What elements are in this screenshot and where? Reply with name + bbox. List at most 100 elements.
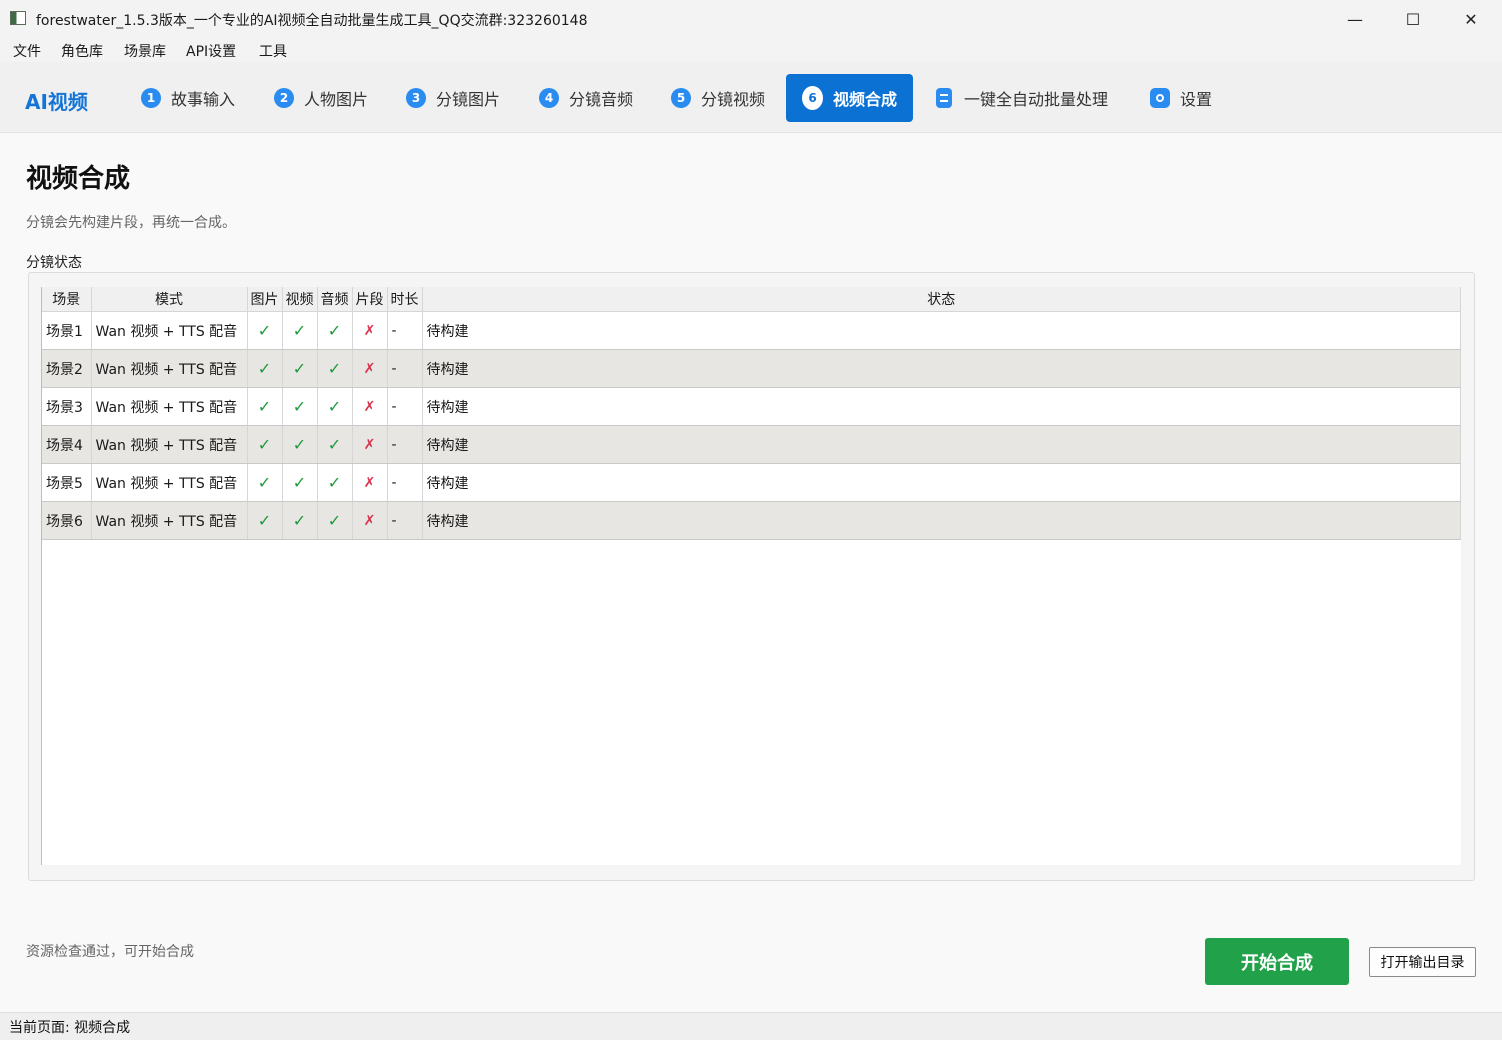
table-row[interactable]: 场景5 Wan 视频 + TTS 配音 ✓ ✓ ✓ ✗ - 待构建	[42, 463, 1461, 502]
cell-scene: 场景4	[42, 425, 92, 464]
tab-label: 设置	[1180, 90, 1213, 109]
page-title: 视频合成	[26, 164, 131, 194]
cell-status: 待构建	[422, 425, 1461, 464]
brand-logo: AI视频	[25, 90, 88, 114]
cell-image-check: ✓	[247, 463, 283, 502]
cell-scene: 场景2	[42, 349, 92, 388]
step-badge: 1	[141, 88, 161, 108]
cell-audio-check: ✓	[317, 311, 353, 350]
window-title: forestwater_1.5.3版本_一个专业的AI视频全自动批量生成工具_Q…	[36, 13, 588, 29]
maximize-button[interactable]: ☐	[1384, 0, 1442, 38]
storyboard-status-table[interactable]: 场景 模式 图片 视频 音频 片段 时长 状态 场景1 Wan 视频 + TTS…	[41, 287, 1461, 865]
menu-character-library[interactable]: 角色库	[61, 41, 103, 61]
table-row[interactable]: 场景6 Wan 视频 + TTS 配音 ✓ ✓ ✓ ✗ - 待构建	[42, 501, 1461, 540]
cell-video-check: ✓	[282, 425, 318, 464]
cell-video-check: ✓	[282, 463, 318, 502]
tab-story-input[interactable]: 1 故事输入	[125, 74, 251, 122]
column-header-scene[interactable]: 场景	[42, 287, 92, 312]
cell-scene: 场景5	[42, 463, 92, 502]
cell-clip-cross: ✗	[352, 425, 388, 464]
cell-duration: -	[387, 387, 423, 426]
menu-tools[interactable]: 工具	[259, 41, 287, 61]
cell-duration: -	[387, 501, 423, 540]
menu-scene-library[interactable]: 场景库	[124, 41, 166, 61]
table-row[interactable]: 场景2 Wan 视频 + TTS 配音 ✓ ✓ ✓ ✗ - 待构建	[42, 349, 1461, 388]
open-output-dir-button[interactable]: 打开输出目录	[1369, 947, 1476, 977]
tab-label: 故事输入	[171, 90, 236, 109]
step-badge: 2	[274, 88, 294, 108]
tab-label: 分镜音频	[569, 90, 634, 109]
column-header-status[interactable]: 状态	[422, 287, 1461, 312]
page-subtitle: 分镜会先构建片段，再统一合成。	[26, 215, 236, 231]
column-header-audio[interactable]: 音频	[317, 287, 353, 312]
cell-clip-cross: ✗	[352, 311, 388, 350]
cell-clip-cross: ✗	[352, 387, 388, 426]
cell-image-check: ✓	[247, 349, 283, 388]
cell-audio-check: ✓	[317, 463, 353, 502]
app-icon	[10, 11, 26, 25]
cell-audio-check: ✓	[317, 387, 353, 426]
document-icon	[936, 88, 952, 108]
step-badge: 4	[539, 88, 559, 108]
tab-label: 分镜图片	[436, 90, 501, 109]
table-row[interactable]: 场景3 Wan 视频 + TTS 配音 ✓ ✓ ✓ ✗ - 待构建	[42, 387, 1461, 426]
tab-storyboard-video[interactable]: 5 分镜视频	[655, 74, 781, 122]
tab-character-images[interactable]: 2 人物图片	[258, 74, 384, 122]
cell-duration: -	[387, 463, 423, 502]
cell-scene: 场景3	[42, 387, 92, 426]
tab-video-composition[interactable]: 6 视频合成	[786, 74, 913, 122]
close-button[interactable]: ✕	[1442, 0, 1500, 38]
tab-storyboard-images[interactable]: 3 分镜图片	[390, 74, 516, 122]
cell-status: 待构建	[422, 349, 1461, 388]
cell-scene: 场景6	[42, 501, 92, 540]
tab-batch-auto[interactable]: 一键全自动批量处理	[920, 74, 1124, 122]
column-header-duration[interactable]: 时长	[387, 287, 423, 312]
menu-api-settings[interactable]: API设置	[186, 41, 236, 61]
cell-mode: Wan 视频 + TTS 配音	[91, 501, 248, 540]
cell-image-check: ✓	[247, 387, 283, 426]
cell-video-check: ✓	[282, 311, 318, 350]
cell-scene: 场景1	[42, 311, 92, 350]
cell-video-check: ✓	[282, 349, 318, 388]
gear-icon	[1150, 88, 1170, 108]
step-navigation: AI视频 1 故事输入 2 人物图片 3 分镜图片 4 分镜音频 5 分镜视频 …	[0, 62, 1502, 133]
cell-mode: Wan 视频 + TTS 配音	[91, 349, 248, 388]
step-badge: 3	[406, 88, 426, 108]
cell-mode: Wan 视频 + TTS 配音	[91, 463, 248, 502]
cell-mode: Wan 视频 + TTS 配音	[91, 425, 248, 464]
group-label: 分镜状态	[26, 255, 82, 271]
column-header-clip[interactable]: 片段	[352, 287, 388, 312]
start-compose-button[interactable]: 开始合成	[1205, 938, 1349, 985]
step-badge: 6	[802, 86, 823, 110]
cell-status: 待构建	[422, 387, 1461, 426]
column-header-image[interactable]: 图片	[247, 287, 283, 312]
cell-status: 待构建	[422, 311, 1461, 350]
column-header-mode[interactable]: 模式	[91, 287, 248, 312]
cell-image-check: ✓	[247, 425, 283, 464]
cell-audio-check: ✓	[317, 349, 353, 388]
title-bar: forestwater_1.5.3版本_一个专业的AI视频全自动批量生成工具_Q…	[0, 0, 1502, 38]
column-header-video[interactable]: 视频	[282, 287, 318, 312]
tab-settings[interactable]: 设置	[1134, 74, 1228, 122]
cell-audio-check: ✓	[317, 501, 353, 540]
tab-label: 人物图片	[304, 90, 369, 109]
status-bar-text: 当前页面: 视频合成	[9, 1020, 131, 1036]
table-header-row: 场景 模式 图片 视频 音频 片段 时长 状态	[42, 287, 1461, 312]
minimize-button[interactable]: —	[1326, 0, 1384, 38]
table-row[interactable]: 场景1 Wan 视频 + TTS 配音 ✓ ✓ ✓ ✗ - 待构建	[42, 311, 1461, 350]
cell-video-check: ✓	[282, 387, 318, 426]
cell-duration: -	[387, 425, 423, 464]
cell-mode: Wan 视频 + TTS 配音	[91, 311, 248, 350]
cell-image-check: ✓	[247, 311, 283, 350]
cell-clip-cross: ✗	[352, 501, 388, 540]
menu-file[interactable]: 文件	[13, 41, 41, 61]
step-badge: 5	[671, 88, 691, 108]
cell-duration: -	[387, 311, 423, 350]
table-row[interactable]: 场景4 Wan 视频 + TTS 配音 ✓ ✓ ✓ ✗ - 待构建	[42, 425, 1461, 464]
status-bar: 当前页面: 视频合成	[0, 1012, 1502, 1040]
tab-storyboard-audio[interactable]: 4 分镜音频	[523, 74, 649, 122]
cell-video-check: ✓	[282, 501, 318, 540]
menu-bar: 文件 角色库 场景库 API设置 工具	[0, 38, 1502, 62]
tab-label: 分镜视频	[701, 90, 766, 109]
cell-clip-cross: ✗	[352, 349, 388, 388]
